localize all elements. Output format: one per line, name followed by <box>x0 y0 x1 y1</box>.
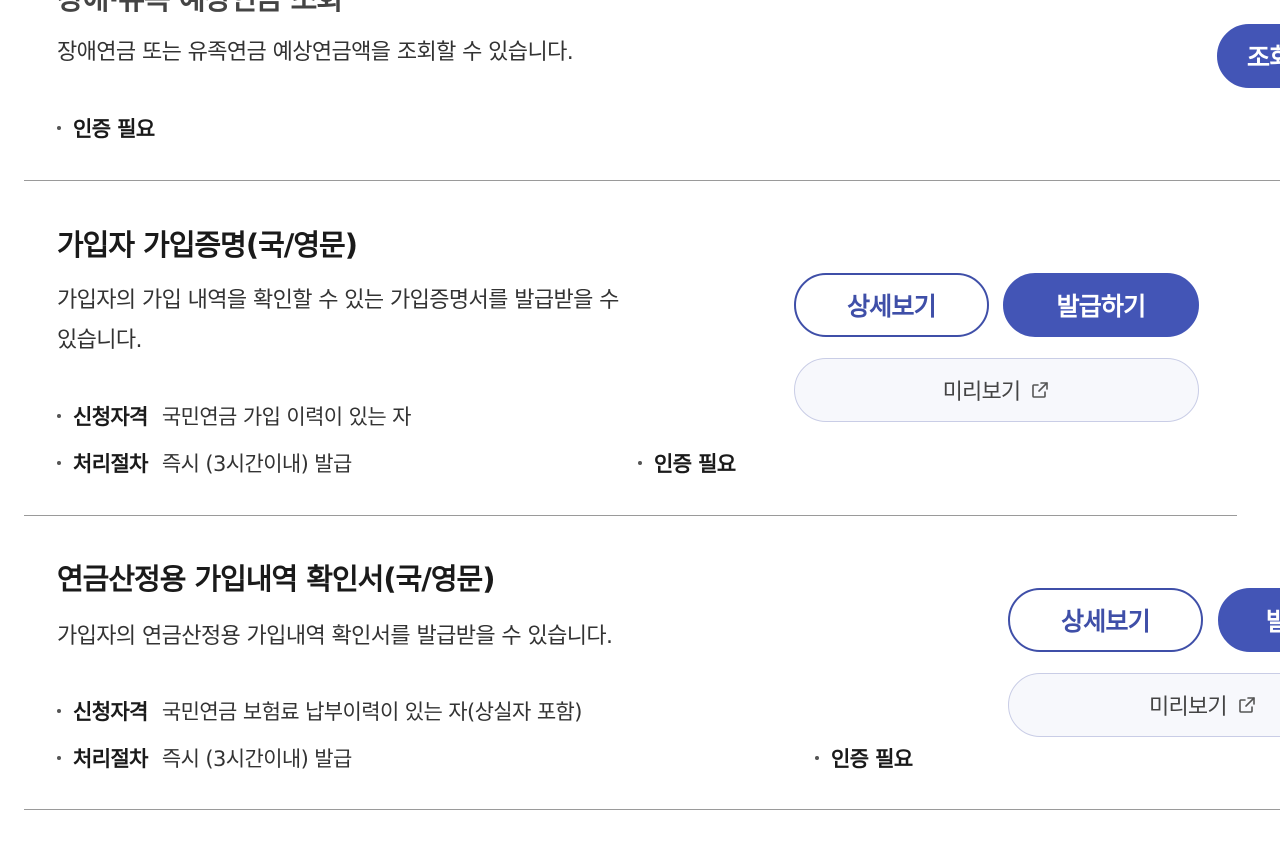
external-link-icon <box>1237 695 1257 715</box>
section-divider <box>24 809 1280 810</box>
preview-button-label: 미리보기 <box>1149 695 1228 720</box>
auth-label: 인증 필요 <box>831 747 913 771</box>
inquiry-button[interactable]: 조회 <box>1217 24 1280 88</box>
preview-button[interactable]: 미리보기 <box>794 358 1199 422</box>
eligibility-value: 국민연금 가입 이력이 있는 자 <box>161 405 412 429</box>
eligibility-row: 신청자격 국민연금 보험료 납부이력이 있는 자(상실자 포함) <box>57 696 582 726</box>
procedure-label: 처리절차 <box>73 747 148 771</box>
section-divider <box>24 180 1280 181</box>
bullet-dot <box>638 461 642 465</box>
bullet-dot <box>57 414 61 418</box>
bullet-dot <box>57 461 61 465</box>
eligibility-value: 국민연금 보험료 납부이력이 있는 자(상실자 포함) <box>161 700 583 724</box>
procedure-row: 처리절차 즉시 (3시간이내) 발급 <box>57 448 352 478</box>
bullet-dot <box>57 709 61 713</box>
service-title: 가입자 가입증명(국/영문) <box>57 228 358 262</box>
eligibility-label: 신청자격 <box>73 700 148 724</box>
issue-button-label: 발급하기 <box>1056 292 1147 321</box>
procedure-label: 처리절차 <box>73 452 148 476</box>
auth-required: 인증 필요 <box>638 448 736 478</box>
auth-label: 인증 필요 <box>73 117 155 141</box>
detail-button[interactable]: 상세보기 <box>1008 588 1203 652</box>
inquiry-button-label: 조회 <box>1247 43 1280 72</box>
bullet-dot <box>815 756 819 760</box>
external-link-icon <box>1030 380 1050 400</box>
procedure-value: 즉시 (3시간이내) 발급 <box>161 452 352 476</box>
preview-button[interactable]: 미리보기 <box>1008 673 1280 737</box>
detail-button-label: 상세보기 <box>1061 607 1151 636</box>
service-description: 가입자의 연금산정용 가입내역 확인서를 발급받을 수 있습니다. <box>57 624 613 649</box>
service-description: 가입자의 가입 내역을 확인할 수 있는 가입증명서를 발급받을 수 있습니다. <box>57 281 757 361</box>
eligibility-row: 신청자격 국민연금 가입 이력이 있는 자 <box>57 401 411 431</box>
service-title: 장애·유족 예상연금 조회 <box>57 0 343 18</box>
eligibility-label: 신청자격 <box>73 405 148 429</box>
page: 장애·유족 예상연금 조회 장애연금 또는 유족연금 예상연금액을 조회할 수 … <box>0 0 1280 842</box>
service-title: 연금산정용 가입내역 확인서(국/영문) <box>57 562 495 596</box>
auth-required: 인증 필요 <box>57 113 155 143</box>
service-description: 장애연금 또는 유족연금 예상연금액을 조회할 수 있습니다. <box>57 40 574 65</box>
procedure-row: 처리절차 즉시 (3시간이내) 발급 <box>57 743 352 773</box>
service-description-line: 있습니다. <box>57 328 143 353</box>
service-description-line: 가입자의 가입 내역을 확인할 수 있는 가입증명서를 발급받을 수 <box>57 288 619 313</box>
bullet-dot <box>57 126 61 130</box>
procedure-value: 즉시 (3시간이내) 발급 <box>161 747 352 771</box>
section-divider <box>24 515 1237 516</box>
detail-button[interactable]: 상세보기 <box>794 273 989 337</box>
issue-button-label: 발급하기 <box>1266 607 1280 636</box>
auth-label: 인증 필요 <box>654 452 736 476</box>
issue-button[interactable]: 발급하기 <box>1218 588 1280 652</box>
preview-button-label: 미리보기 <box>942 380 1022 405</box>
issue-button[interactable]: 발급하기 <box>1003 273 1199 337</box>
auth-required: 인증 필요 <box>815 743 913 773</box>
bullet-dot <box>57 756 61 760</box>
detail-button-label: 상세보기 <box>847 292 937 321</box>
